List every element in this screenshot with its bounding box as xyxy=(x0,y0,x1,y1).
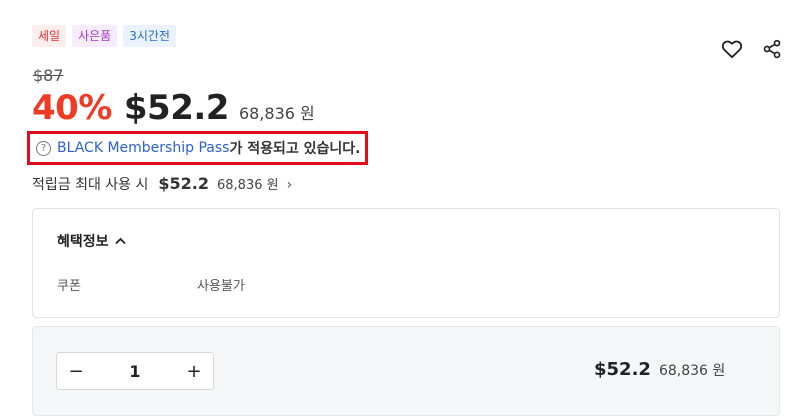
sale-price: $52.2 xyxy=(123,88,230,128)
share-icon xyxy=(763,39,781,59)
heart-icon xyxy=(721,40,743,59)
badge-delivery: 3시간전 xyxy=(123,25,176,47)
points-row[interactable]: 적립금 최대 사용 시 $52.2 68,836 원 › xyxy=(32,174,292,194)
order-panel: − 1 + $52.2 68,836 원 xyxy=(32,326,780,416)
discount-rate: 40% xyxy=(32,88,112,128)
badge-sale: 세일 xyxy=(32,25,67,47)
help-icon[interactable]: ? xyxy=(36,140,51,156)
increase-button[interactable]: + xyxy=(175,353,213,389)
share-button[interactable] xyxy=(760,37,784,61)
decrease-button[interactable]: − xyxy=(57,353,95,389)
membership-notice: ? BLACK Membership Pass 가 적용되고 있습니다. xyxy=(27,131,368,165)
quantity-stepper: − 1 + xyxy=(56,352,214,390)
points-label: 적립금 최대 사용 시 xyxy=(32,177,149,193)
benefit-panel: 혜택정보 쿠폰 사용불가 xyxy=(32,208,780,318)
quantity-value[interactable]: 1 xyxy=(129,362,140,381)
original-price: $87 xyxy=(33,66,64,85)
total-price: $52.2 xyxy=(594,359,651,380)
chevron-right-icon[interactable]: › xyxy=(287,177,293,193)
membership-suffix: 가 적용되고 있습니다. xyxy=(229,141,361,157)
wishlist-button[interactable] xyxy=(720,37,744,61)
membership-link[interactable]: BLACK Membership Pass xyxy=(57,140,229,156)
total-price-won: 68,836 원 xyxy=(658,363,726,379)
coupon-value: 사용불가 xyxy=(197,279,245,294)
sale-price-won: 68,836 원 xyxy=(238,104,315,123)
price-row: 40% $52.2 68,836 원 xyxy=(32,88,315,128)
benefit-toggle[interactable]: 혜택정보 xyxy=(57,231,126,251)
badge-gift: 사은품 xyxy=(72,25,118,47)
points-amount: $52.2 xyxy=(158,174,209,193)
total-price-row: $52.2 68,836 원 xyxy=(594,359,725,380)
points-won: 68,836 원 xyxy=(217,178,279,193)
coupon-label: 쿠폰 xyxy=(57,279,81,294)
product-badges: 세일 사은품 3시간전 xyxy=(32,25,176,47)
benefit-title: 혜택정보 xyxy=(57,234,109,250)
chevron-up-icon xyxy=(114,235,126,248)
